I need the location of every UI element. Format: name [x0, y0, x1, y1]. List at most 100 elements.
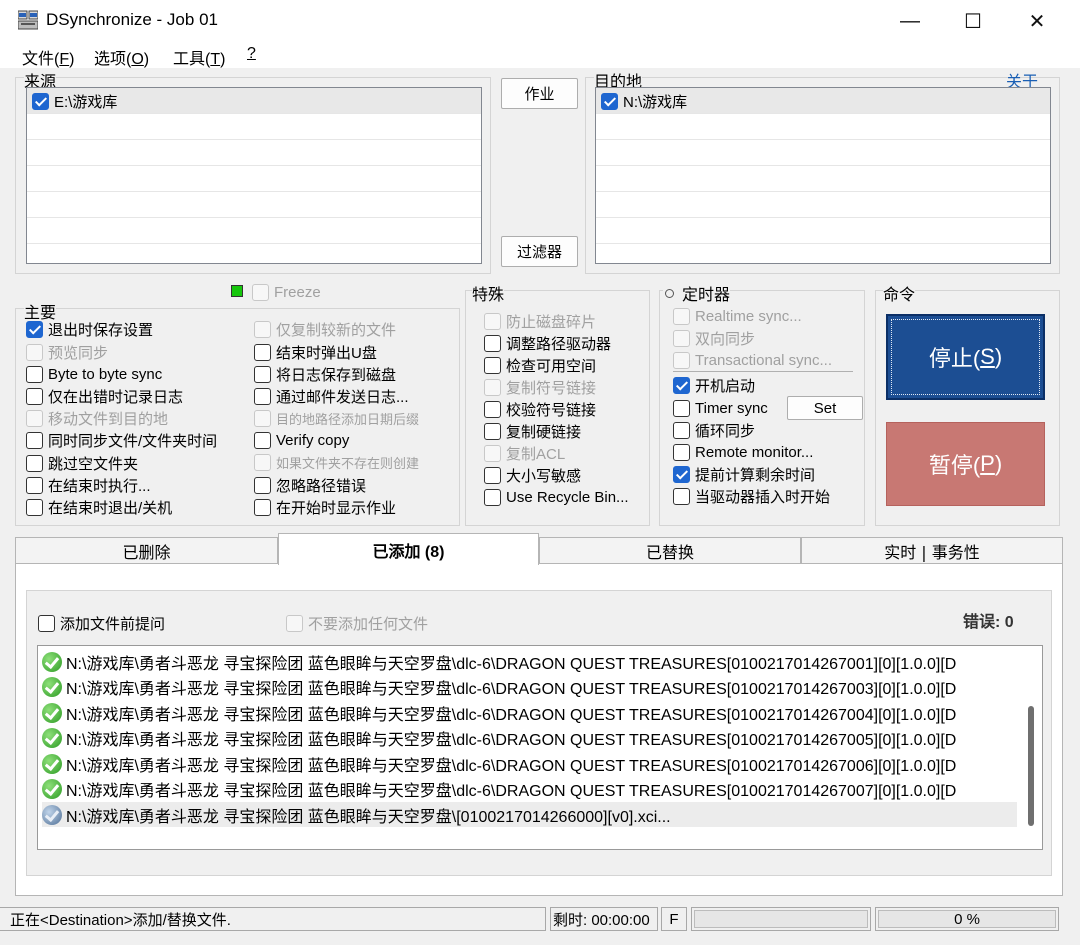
- ask-before-add-checkbox[interactable]: 添加文件前提问: [38, 613, 165, 633]
- status-message: 正在<Destination>添加/替换文件.: [0, 907, 546, 931]
- sync-folder-time-checkbox[interactable]: 同时同步文件/文件夹时间: [26, 430, 217, 450]
- completed-icon: [42, 753, 62, 774]
- tab-realtime-transactional[interactable]: 实时 | 事务性: [801, 537, 1063, 563]
- list-item: [596, 192, 1050, 218]
- completed-icon: [42, 651, 62, 672]
- list-item[interactable]: N:\游戏库\勇者斗恶龙 寻宝探险团 蓝色眼眸与天空罗盘\dlc-6\DRAGO…: [42, 674, 1017, 699]
- copy-hardlinks-checkbox[interactable]: 复制硬链接: [484, 421, 581, 441]
- timer-separator: [673, 371, 853, 372]
- drive-letter: F: [661, 907, 687, 931]
- completed-icon: [42, 778, 62, 799]
- save-settings-on-exit-checkbox[interactable]: 退出时保存设置: [26, 319, 153, 339]
- remote-monitor-checkbox[interactable]: Remote monitor...: [673, 442, 813, 462]
- source-list[interactable]: E:\游戏库: [26, 87, 482, 264]
- ignore-path-errors-checkbox[interactable]: 忽略路径错误: [254, 475, 366, 495]
- list-item[interactable]: N:\游戏库\勇者斗恶龙 寻宝探险团 蓝色眼眸与天空罗盘\dlc-6\DRAGO…: [42, 700, 1017, 725]
- stop-button[interactable]: 停止(S): [886, 314, 1045, 400]
- byte-to-byte-sync-checkbox[interactable]: Byte to byte sync: [26, 364, 162, 384]
- source-item-checkbox[interactable]: [32, 92, 49, 110]
- two-way-sync-checkbox[interactable]: 双向同步: [673, 328, 755, 348]
- start-on-boot-checkbox[interactable]: 开机启动: [673, 375, 755, 395]
- show-job-on-start-checkbox[interactable]: 在开始时显示作业: [254, 497, 396, 517]
- maximize-button[interactable]: ☐: [940, 0, 1006, 42]
- tab-added[interactable]: 已添加 (8): [278, 533, 539, 565]
- file-progress-bar: [691, 907, 871, 931]
- destination-list-item[interactable]: N:\游戏库: [596, 88, 1050, 114]
- job-button[interactable]: 作业: [501, 78, 578, 109]
- menu-options[interactable]: 选项(O): [94, 45, 149, 69]
- move-files-checkbox[interactable]: 移动文件到目的地: [26, 408, 168, 428]
- title-bar: DSynchronize - Job 01 — ☐ ✕: [0, 0, 1080, 42]
- list-item: [27, 192, 481, 218]
- copy-acl-checkbox[interactable]: 复制ACL: [484, 443, 565, 463]
- minimize-button[interactable]: —: [877, 0, 943, 42]
- run-on-finish-checkbox[interactable]: 在结束时执行...: [26, 475, 151, 495]
- list-item: [27, 140, 481, 166]
- prevent-fragmentation-checkbox[interactable]: 防止磁盘碎片: [484, 311, 596, 331]
- copy-newer-only-checkbox[interactable]: 仅复制较新的文件: [254, 319, 396, 339]
- in-progress-icon: [42, 804, 62, 825]
- menu-help[interactable]: ?: [247, 45, 256, 63]
- timer-radio-icon[interactable]: [665, 288, 674, 298]
- progress-percent: 0 %: [954, 910, 980, 928]
- destination-list[interactable]: N:\游戏库: [595, 87, 1051, 264]
- save-log-checkbox[interactable]: 将日志保存到磁盘: [254, 364, 396, 384]
- special-title: 特殊: [472, 281, 505, 305]
- vertical-scrollbar-thumb[interactable]: [1028, 706, 1034, 826]
- freeze-status-indicator: [231, 285, 243, 297]
- list-item[interactable]: N:\游戏库\勇者斗恶龙 寻宝探险团 蓝色眼眸与天空罗盘\dlc-6\DRAGO…: [42, 649, 1017, 674]
- eject-usb-checkbox[interactable]: 结束时弹出U盘: [254, 342, 377, 362]
- loop-sync-checkbox[interactable]: 循环同步: [673, 420, 755, 440]
- list-item: [27, 166, 481, 192]
- list-item[interactable]: N:\游戏库\勇者斗恶龙 寻宝探险团 蓝色眼眸与天空罗盘\dlc-6\DRAGO…: [42, 725, 1017, 750]
- check-free-space-checkbox[interactable]: 检查可用空间: [484, 355, 596, 375]
- realtime-sync-checkbox[interactable]: Realtime sync...: [673, 306, 802, 326]
- minimize-icon: —: [900, 9, 920, 32]
- source-list-item[interactable]: E:\游戏库: [27, 88, 481, 114]
- maximize-icon: ☐: [964, 10, 982, 33]
- transactional-sync-checkbox[interactable]: Transactional sync...: [673, 350, 832, 370]
- pause-button[interactable]: 暂停(P): [886, 422, 1045, 506]
- completed-icon: [42, 702, 62, 723]
- menu-file[interactable]: 文件(F): [22, 45, 74, 69]
- menu-tools[interactable]: 工具(T): [173, 45, 225, 69]
- case-sensitive-checkbox[interactable]: 大小写敏感: [484, 465, 581, 485]
- completed-icon: [42, 727, 62, 748]
- verify-symlinks-checkbox[interactable]: 校验符号链接: [484, 399, 596, 419]
- tab-deleted[interactable]: 已删除: [15, 537, 278, 563]
- total-progress-bar: 0 %: [875, 907, 1059, 931]
- timer-sync-checkbox[interactable]: Timer sync: [673, 398, 768, 418]
- preview-sync-checkbox[interactable]: 预览同步: [26, 342, 108, 362]
- menu-bar: 文件(F) 选项(O) 工具(T) ?: [0, 42, 1080, 68]
- destination-item-checkbox[interactable]: [601, 92, 618, 110]
- adjust-drive-checkbox[interactable]: 调整路径驱动器: [484, 333, 611, 353]
- date-suffix-checkbox[interactable]: 目的地路径添加日期后缀: [254, 408, 419, 428]
- log-errors-only-checkbox[interactable]: 仅在出错时记录日志: [26, 386, 183, 406]
- skip-empty-folders-checkbox[interactable]: 跳过空文件夹: [26, 453, 138, 473]
- commands-title: 命令: [883, 281, 916, 305]
- close-button[interactable]: ✕: [1004, 0, 1070, 42]
- verify-copy-checkbox[interactable]: Verify copy: [254, 430, 349, 450]
- completed-icon: [42, 676, 62, 697]
- timer-header: 定时器: [663, 281, 731, 305]
- filter-button[interactable]: 过滤器: [501, 236, 578, 267]
- list-item: [596, 140, 1050, 166]
- time-remaining: 剩时: 00:00:00: [550, 907, 658, 931]
- exit-shutdown-on-finish-checkbox[interactable]: 在结束时退出/关机: [26, 497, 172, 517]
- list-item[interactable]: N:\游戏库\勇者斗恶龙 寻宝探险团 蓝色眼眸与天空罗盘\[0100217014…: [42, 802, 1017, 827]
- dont-add-any-checkbox[interactable]: 不要添加任何文件: [286, 613, 428, 633]
- timer-set-button[interactable]: Set: [787, 396, 863, 420]
- use-recycle-bin-checkbox[interactable]: Use Recycle Bin...: [484, 487, 629, 507]
- list-item: [596, 114, 1050, 140]
- list-item[interactable]: N:\游戏库\勇者斗恶龙 寻宝探险团 蓝色眼眸与天空罗盘\dlc-6\DRAGO…: [42, 776, 1017, 801]
- start-on-drive-insert-checkbox[interactable]: 当驱动器插入时开始: [673, 486, 830, 506]
- copy-symlinks-checkbox[interactable]: 复制符号链接: [484, 377, 596, 397]
- error-count: 错误: 0: [963, 614, 1014, 631]
- freeze-checkbox[interactable]: Freeze: [252, 282, 321, 302]
- email-log-checkbox[interactable]: 通过邮件发送日志...: [254, 386, 409, 406]
- create-folder-checkbox[interactable]: 如果文件夹不存在则创建: [254, 452, 419, 472]
- precalc-remaining-time-checkbox[interactable]: 提前计算剩余时间: [673, 464, 815, 484]
- list-item[interactable]: N:\游戏库\勇者斗恶龙 寻宝探险团 蓝色眼眸与天空罗盘\dlc-6\DRAGO…: [42, 751, 1017, 776]
- tab-replaced[interactable]: 已替换: [539, 537, 801, 563]
- added-files-list[interactable]: N:\游戏库\勇者斗恶龙 寻宝探险团 蓝色眼眸与天空罗盘\dlc-6\DRAGO…: [37, 645, 1043, 850]
